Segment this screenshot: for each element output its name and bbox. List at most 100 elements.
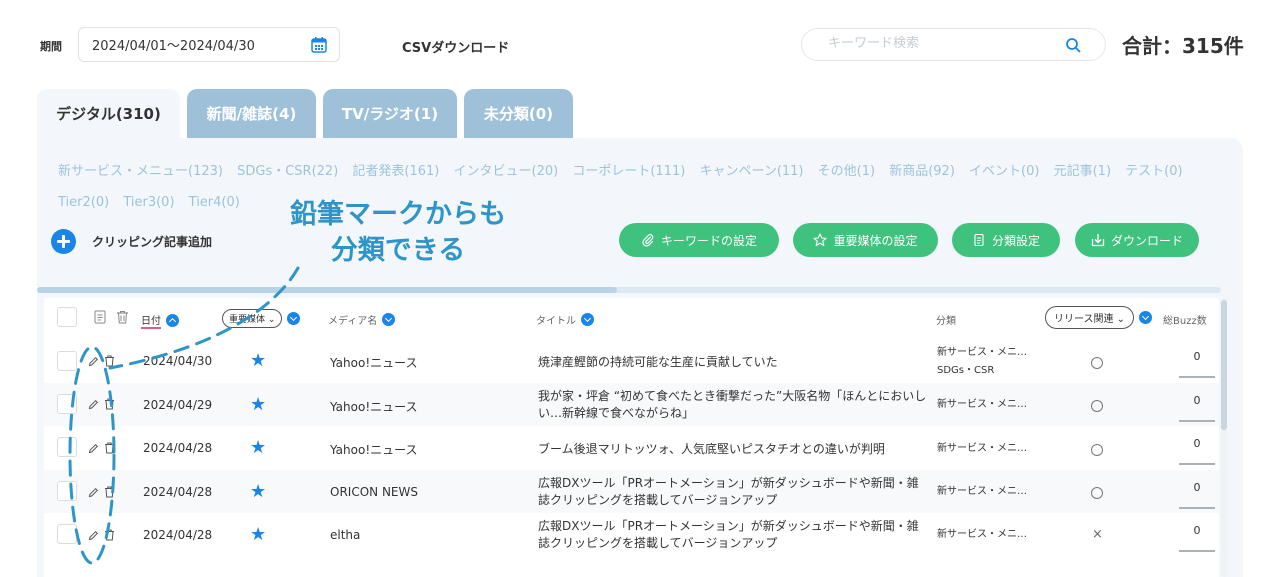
download-label: ダウンロード — [1110, 233, 1183, 248]
keyword-settings-label: キーワードの設定 — [660, 233, 757, 248]
chevron-down-icon[interactable] — [581, 313, 594, 326]
row-title[interactable]: 焼津産鰹節の持続可能な生産に貢献していた — [538, 354, 928, 371]
star-icon[interactable]: ★ — [250, 437, 266, 458]
sort-up-icon[interactable] — [166, 314, 179, 327]
bulk-trash-icon[interactable] — [116, 310, 129, 324]
category-filter[interactable]: 新サービス・メニュー(123) — [58, 164, 223, 179]
row-media: ORICON NEWS — [330, 485, 418, 499]
tab-uncategorized[interactable]: 未分類(0) — [464, 89, 573, 138]
row-title[interactable]: 広報DXツール「PRオートメーション」が新ダッシュボードや新聞・雑誌クリッピング… — [538, 475, 928, 509]
pencil-icon[interactable] — [88, 399, 99, 410]
row-category: 新サービス・メニ… — [937, 440, 1027, 458]
trash-icon[interactable] — [104, 398, 115, 410]
category-filter[interactable]: 元記事(1) — [1054, 164, 1111, 179]
row-title[interactable]: 広報DXツール「PRオートメーション」が新ダッシュボードや新聞・雑誌クリッピング… — [538, 518, 928, 552]
tab-newspaper-magazine[interactable]: 新聞/雑誌(4) — [187, 89, 316, 138]
date-column-header[interactable]: 日付 — [141, 312, 179, 329]
vertical-scrollbar-thumb[interactable] — [1221, 300, 1227, 430]
release-filter-header[interactable]: リリース関連 ⌄ — [1045, 306, 1153, 329]
download-button[interactable]: ダウンロード — [1075, 223, 1199, 257]
star-outline-icon — [813, 233, 828, 247]
horizontal-scrollbar-thumb[interactable] — [37, 287, 617, 293]
row-checkbox[interactable] — [57, 394, 77, 414]
csv-download-link[interactable]: CSVダウンロード — [402, 37, 509, 56]
plus-circle-icon — [51, 229, 76, 254]
row-category-1: 新サービス・メニ… — [937, 347, 1027, 358]
bulk-document-icon[interactable] — [94, 310, 106, 324]
row-category: 新サービス・メニ… — [937, 396, 1027, 414]
add-clipping-label: クリッピング記事追加 — [92, 235, 213, 249]
title-header[interactable]: タイトル — [536, 312, 594, 327]
trash-icon[interactable] — [104, 486, 115, 498]
star-icon[interactable]: ★ — [250, 394, 266, 415]
category-filter[interactable]: コーポレート(111) — [572, 164, 685, 179]
select-all-checkbox[interactable] — [57, 307, 77, 327]
row-category-1: 新サービス・メニ… — [937, 399, 1027, 410]
row-date: 2024/04/30 — [143, 354, 213, 368]
release-circle-mark — [1091, 400, 1103, 412]
category-filter[interactable]: テスト(0) — [1125, 164, 1182, 179]
annotation-callout: 鉛筆マークからも 分類できる — [258, 197, 538, 269]
pencil-icon[interactable] — [88, 356, 99, 367]
tier-filter[interactable]: Tier4(0) — [189, 195, 240, 210]
row-checkbox[interactable] — [57, 437, 77, 457]
row-checkbox[interactable] — [57, 351, 77, 371]
row-buzz[interactable]: 0 — [1179, 394, 1215, 407]
category-filter[interactable]: 記者発表(161) — [352, 164, 439, 179]
media-name-header[interactable]: メディア名 — [328, 312, 396, 327]
star-icon[interactable]: ★ — [250, 350, 266, 371]
important-media-select[interactable]: 重要媒体 ⌄ — [222, 309, 283, 328]
add-clipping-button[interactable]: クリッピング記事追加 — [51, 229, 212, 254]
row-media: Yahoo!ニュース — [330, 356, 418, 370]
release-filter-select[interactable]: リリース関連 ⌄ — [1045, 306, 1135, 329]
important-media-header[interactable]: 重要媒体 ⌄ — [222, 309, 301, 328]
period-date-input[interactable]: 2024/04/01〜2024/04/30 — [78, 27, 340, 62]
calendar-icon[interactable] — [311, 36, 327, 53]
tier-filter-row: Tier2(0) Tier3(0) Tier4(0) — [58, 195, 250, 210]
trash-icon[interactable] — [104, 529, 115, 541]
row-checkbox[interactable] — [57, 481, 77, 501]
download-icon — [1091, 234, 1105, 247]
row-buzz[interactable]: 0 — [1179, 350, 1215, 363]
row-checkbox[interactable] — [57, 524, 77, 544]
pencil-icon[interactable] — [88, 487, 99, 498]
category-header: 分類 — [936, 312, 956, 327]
annotation-line-2: 分類できる — [330, 235, 466, 266]
pencil-icon[interactable] — [88, 530, 99, 541]
row-title[interactable]: ブーム後退マリトッツォ、人気底堅いピスタチオとの違いが判明 — [538, 441, 928, 458]
row-title[interactable]: 我が家・坪倉 “初めて食べたとき衝撃だった”大阪名物「ほんとにおいしい…新幹線で… — [538, 388, 928, 422]
star-icon[interactable]: ★ — [250, 481, 266, 502]
important-media-select-label: 重要媒体 — [229, 315, 266, 325]
row-buzz[interactable]: 0 — [1179, 437, 1215, 450]
keyword-search-box[interactable] — [801, 28, 1106, 61]
row-buzz[interactable]: 0 — [1179, 524, 1215, 537]
important-media-settings-button[interactable]: 重要媒体の設定 — [793, 223, 938, 257]
category-filter[interactable]: その他(1) — [818, 164, 875, 179]
tier-filter[interactable]: Tier3(0) — [123, 195, 174, 210]
tier-filter[interactable]: Tier2(0) — [58, 195, 109, 210]
category-settings-button[interactable]: 分類設定 — [952, 223, 1060, 257]
category-filter[interactable]: キャンペーン(11) — [699, 164, 803, 179]
search-icon[interactable] — [1065, 37, 1081, 53]
chevron-down-icon[interactable] — [287, 312, 301, 325]
star-icon[interactable]: ★ — [250, 524, 266, 545]
tab-digital[interactable]: デジタル(310) — [37, 89, 180, 138]
category-filter[interactable]: インタビュー(20) — [454, 164, 559, 179]
chevron-down-icon[interactable] — [1139, 311, 1153, 324]
trash-icon[interactable] — [104, 355, 115, 367]
category-filter[interactable]: イベント(0) — [969, 164, 1039, 179]
buzz-underline — [1179, 507, 1215, 509]
total-count: 合計：315件 — [1122, 34, 1244, 58]
chevron-down-icon[interactable] — [382, 313, 396, 326]
category-filter[interactable]: SDGs・CSR(22) — [237, 164, 338, 179]
category-filter[interactable]: 新商品(92) — [889, 164, 955, 179]
keyword-settings-button[interactable]: キーワードの設定 — [619, 223, 779, 257]
row-buzz[interactable]: 0 — [1179, 481, 1215, 494]
release-circle-mark — [1091, 357, 1103, 369]
buzz-underline — [1179, 550, 1215, 552]
pencil-icon[interactable] — [88, 443, 99, 454]
trash-icon[interactable] — [104, 442, 115, 454]
keyword-search-input[interactable] — [828, 36, 1058, 51]
tab-tv-radio[interactable]: TV/ラジオ(1) — [323, 89, 457, 138]
media-name-header-label: メディア名 — [328, 316, 378, 327]
